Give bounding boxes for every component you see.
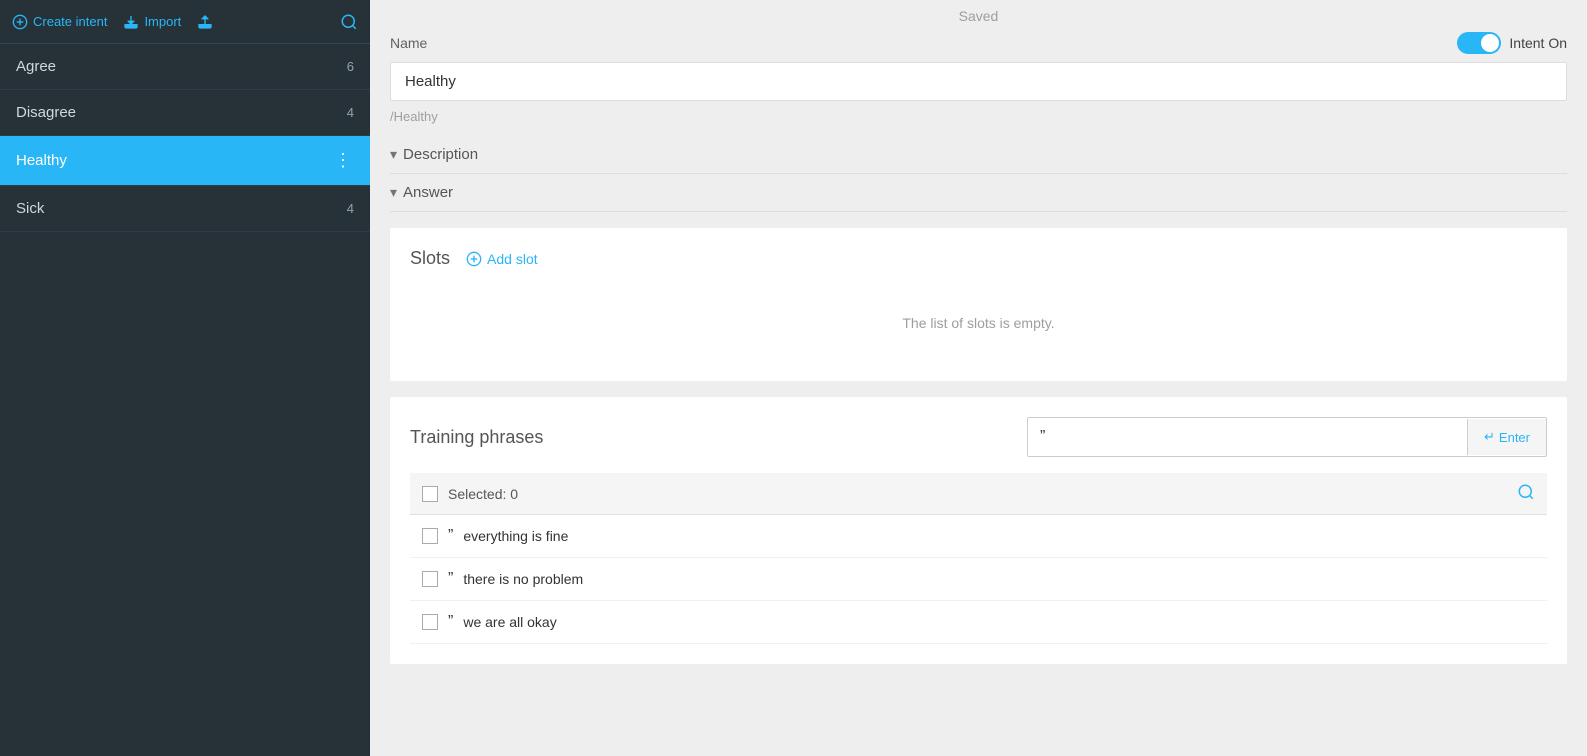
- slots-empty-label: The list of slots is empty.: [410, 285, 1547, 361]
- sidebar: Create intent Import Agree 6 Disagree 4 …: [0, 0, 370, 756]
- sidebar-item-agree[interactable]: Agree 6: [0, 44, 370, 90]
- phrase-quote-icon: ”: [448, 613, 453, 631]
- phrase-checkbox[interactable]: [422, 614, 438, 630]
- phrase-input[interactable]: [1057, 419, 1467, 455]
- intent-on-toggle[interactable]: [1457, 32, 1501, 54]
- import-button[interactable]: Import: [123, 14, 181, 30]
- intent-on-label: Intent On: [1509, 35, 1567, 51]
- plus-circle-icon: [12, 14, 28, 30]
- sidebar-item-healthy[interactable]: Healthy ⋮: [0, 136, 370, 186]
- intent-list: Agree 6 Disagree 4 Healthy ⋮ Sick 4: [0, 44, 370, 756]
- answer-collapse[interactable]: ▾ Answer: [390, 174, 1567, 212]
- intent-form: Name Intent On /Healthy ▾ Description ▾ …: [370, 32, 1587, 700]
- name-row: Name Intent On: [390, 32, 1567, 54]
- enter-icon: ↵: [1484, 429, 1495, 445]
- phrase-text: we are all okay: [463, 614, 556, 630]
- slots-header: Slots Add slot: [410, 248, 1547, 269]
- name-label: Name: [390, 35, 427, 51]
- import-icon: [123, 14, 139, 30]
- phrase-search-button[interactable]: [1517, 483, 1535, 504]
- select-all-checkbox[interactable]: [422, 486, 438, 502]
- slots-title: Slots: [410, 248, 450, 269]
- sidebar-toolbar: Create intent Import: [0, 0, 370, 44]
- description-collapse[interactable]: ▾ Description: [390, 136, 1567, 174]
- create-intent-button[interactable]: Create intent: [12, 14, 107, 30]
- search-icon: [340, 13, 358, 31]
- export-icon: [197, 14, 213, 30]
- training-header: Training phrases ” ↵ Enter: [410, 417, 1547, 457]
- phrase-text: there is no problem: [463, 571, 583, 587]
- path-label: /Healthy: [390, 109, 1567, 124]
- phrase-input-row: ” ↵ Enter: [1027, 417, 1547, 457]
- name-input[interactable]: [390, 62, 1567, 101]
- search-icon: [1517, 483, 1535, 501]
- search-button[interactable]: [340, 13, 358, 31]
- saved-status: Saved: [370, 0, 1587, 32]
- selected-count: Selected: 0: [448, 486, 1517, 502]
- slots-card: Slots Add slot The list of slots is empt…: [390, 228, 1567, 381]
- phrase-checkbox[interactable]: [422, 571, 438, 587]
- sidebar-item-disagree[interactable]: Disagree 4: [0, 90, 370, 136]
- selected-row: Selected: 0: [410, 473, 1547, 515]
- phrase-checkbox[interactable]: [422, 528, 438, 544]
- training-title: Training phrases: [410, 427, 1015, 448]
- enter-button[interactable]: ↵ Enter: [1467, 419, 1546, 455]
- phrase-quote-icon: ”: [448, 527, 453, 545]
- plus-circle-icon: [466, 251, 482, 267]
- chevron-down-icon: ▾: [390, 184, 397, 201]
- more-options-icon[interactable]: ⋮: [334, 150, 354, 171]
- main-content: Saved Name Intent On /Healthy ▾ Descript…: [370, 0, 1587, 756]
- phrase-row: ” we are all okay: [410, 601, 1547, 644]
- export-button[interactable]: [197, 14, 213, 30]
- chevron-down-icon: ▾: [390, 146, 397, 163]
- phrase-row: ” there is no problem: [410, 558, 1547, 601]
- phrase-row: ” everything is fine: [410, 515, 1547, 558]
- training-card: Training phrases ” ↵ Enter Selected: 0: [390, 397, 1567, 664]
- phrase-quote-icon: ”: [448, 570, 453, 588]
- quote-icon: ”: [1028, 418, 1057, 456]
- add-slot-button[interactable]: Add slot: [466, 251, 538, 267]
- phrase-text: everything is fine: [463, 528, 568, 544]
- intent-toggle-row: Intent On: [1457, 32, 1567, 54]
- sidebar-item-sick[interactable]: Sick 4: [0, 186, 370, 232]
